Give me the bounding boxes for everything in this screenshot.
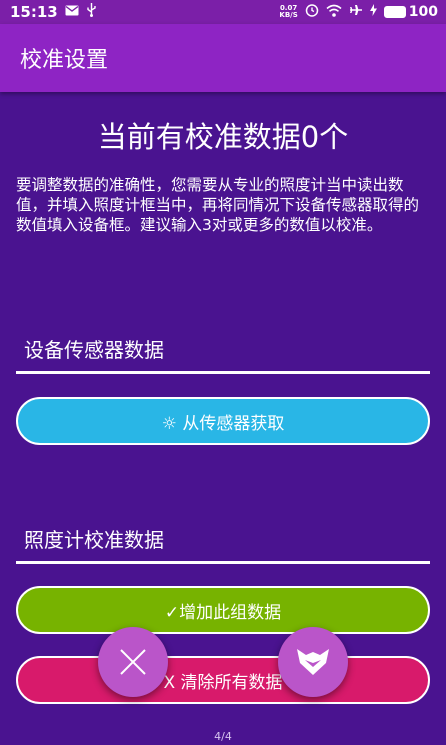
status-time: 15:13 — [10, 3, 58, 21]
calibration-count-heading: 当前有校准数据0个 — [97, 120, 349, 154]
battery-icon — [383, 6, 406, 18]
alarm-icon — [305, 3, 319, 21]
status-bar: 15:13 0.07 KB/S 100 — [0, 0, 446, 24]
clear-all-data-button[interactable]: X 清除所有数据 — [16, 656, 430, 704]
charging-icon — [369, 4, 377, 20]
net-speed: 0.07 KB/S — [279, 5, 297, 19]
battery: 100 — [383, 4, 438, 20]
close-icon — [120, 649, 146, 675]
status-left: 15:13 — [10, 3, 97, 21]
app-bar: 校准设置 — [0, 24, 446, 92]
meter-data-label: 照度计校准数据 — [24, 528, 164, 552]
airplane-icon — [349, 3, 363, 21]
get-from-sensor-button[interactable]: ☼ 从传感器获取 — [16, 397, 430, 445]
page-indicator: 4/4 — [214, 730, 232, 743]
wifi-icon — [326, 4, 342, 21]
sensor-data-input[interactable]: 设备传感器数据 — [16, 330, 430, 374]
mail-icon — [65, 4, 79, 20]
sensor-data-label: 设备传感器数据 — [24, 338, 164, 362]
meter-data-input[interactable]: 照度计校准数据 — [16, 520, 430, 564]
status-right: 0.07 KB/S 100 — [279, 3, 438, 21]
add-data-button[interactable]: ✓增加此组数据 — [16, 586, 430, 634]
app-title: 校准设置 — [20, 48, 109, 73]
net-speed-unit: KB/S — [279, 11, 298, 19]
usb-icon — [86, 3, 97, 21]
fox-fab-button[interactable] — [278, 627, 348, 697]
instructions-text: 要调整数据的准确性，您需要从专业的照度计当中读出数值，并填入照度计框当中，再将同… — [16, 176, 420, 234]
fox-icon — [297, 649, 329, 675]
battery-level: 100 — [408, 4, 438, 20]
close-fab-button[interactable] — [98, 627, 168, 697]
